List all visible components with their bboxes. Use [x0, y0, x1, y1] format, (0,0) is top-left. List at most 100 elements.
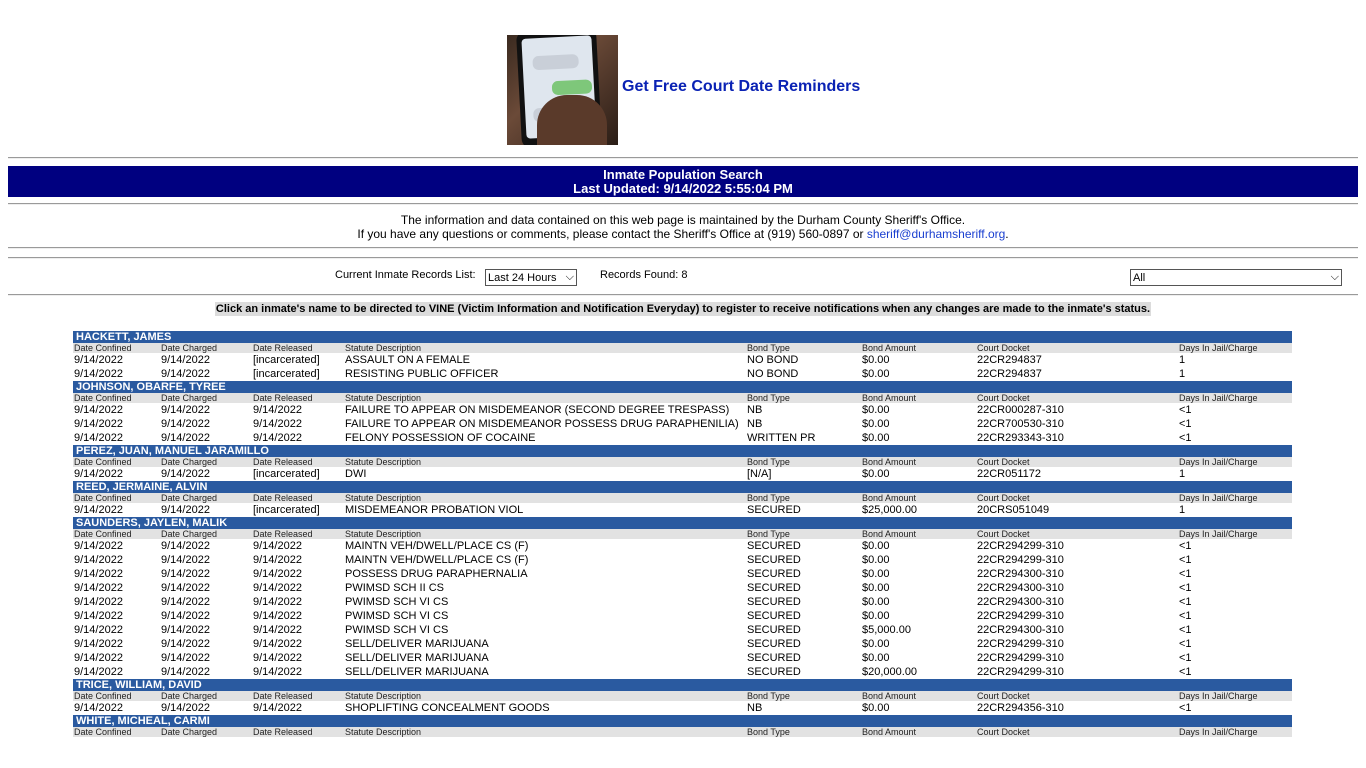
charge-cell: 9/14/2022	[253, 432, 302, 444]
charge-cell: 9/14/2022	[161, 582, 210, 594]
charge-cell: $5,000.00	[862, 624, 911, 636]
charge-cell: $0.00	[862, 354, 890, 366]
column-header: Court Docket	[976, 493, 1178, 503]
charge-cell: 9/14/2022	[74, 354, 123, 366]
charge-cell: MISDEMEANOR PROBATION VIOL	[345, 504, 524, 516]
column-header: Days In Jail/Charge	[1178, 343, 1293, 353]
charge-cell: 9/14/2022	[161, 404, 210, 416]
inmate-name-link[interactable]: SAUNDERS, JAYLEN, MALIK	[73, 517, 1293, 529]
column-header: Date Released	[252, 529, 344, 539]
column-header: Date Released	[252, 343, 344, 353]
email-link[interactable]: sheriff@durhamsheriff.org	[867, 227, 1005, 241]
charge-cell: FELONY POSSESSION OF COCAINE	[345, 432, 536, 444]
inmate-name-link[interactable]: TRICE, WILLIAM, DAVID	[73, 679, 1293, 691]
charge-cell: $0.00	[862, 368, 890, 380]
charge-cell: DWI	[345, 468, 367, 480]
charge-cell: <1	[1179, 624, 1192, 636]
charge-cell: 9/14/2022	[74, 582, 123, 594]
column-header: Days In Jail/Charge	[1178, 493, 1293, 503]
charge-cell: SELL/DELIVER MARIJUANA	[345, 666, 489, 678]
charge-cell: 9/14/2022	[161, 610, 210, 622]
column-header: Statute Description	[344, 529, 746, 539]
court-reminder-link[interactable]: Get Free Court Date Reminders	[622, 78, 860, 96]
filter-select[interactable]: All ⌵	[1130, 269, 1342, 286]
charge-cell: [N/A]	[747, 468, 772, 480]
charge-cell: 9/14/2022	[253, 610, 302, 622]
charge-row: 9/14/2022 9/14/2022 9/14/2022 SELL/DELIVER …	[73, 651, 1292, 665]
column-header-row: Date Confined Date Charged Date Released St…	[73, 727, 1293, 737]
charge-row: 9/14/2022 9/14/2022 9/14/2022 MAINTN VEH/DW…	[73, 539, 1292, 553]
inmate-name-link[interactable]: WHITE, MICHEAL, CARMI	[73, 715, 1293, 727]
charge-row: 9/14/2022 9/14/2022 9/14/2022 PWIMSD SCH VI…	[73, 623, 1292, 637]
charge-cell: 1	[1179, 354, 1186, 366]
charge-cell: [incarcerated]	[253, 368, 320, 380]
column-header: Court Docket	[976, 529, 1178, 539]
charge-cell: 9/14/2022	[161, 638, 210, 650]
column-header: Bond Type	[746, 493, 861, 503]
charge-cell: 9/14/2022	[253, 540, 302, 552]
charge-cell: 9/14/2022	[253, 418, 302, 430]
charge-cell: 22CR051172	[977, 468, 1042, 480]
divider	[8, 294, 1358, 296]
charge-cell: $0.00	[862, 652, 890, 664]
inmate-table: HACKETT, JAMES Date Confined Date Charged D…	[73, 331, 1293, 737]
charge-cell: 9/14/2022	[161, 468, 210, 480]
charge-cell: [incarcerated]	[253, 354, 320, 366]
column-header: Court Docket	[976, 691, 1178, 701]
charge-cell: 9/14/2022	[74, 554, 123, 566]
charge-cell: 9/14/2022	[74, 368, 123, 380]
charge-cell: 9/14/2022	[253, 652, 302, 664]
records-list-select[interactable]: Last 24 Hours ⌵	[485, 269, 577, 286]
charge-cell: <1	[1179, 638, 1192, 650]
inmate-name-link[interactable]: HACKETT, JAMES	[73, 331, 1293, 343]
column-header: Bond Amount	[861, 529, 976, 539]
column-header: Date Charged	[160, 343, 252, 353]
column-header: Bond Type	[746, 343, 861, 353]
charge-cell: NB	[747, 702, 763, 714]
charge-cell: 9/14/2022	[253, 624, 302, 636]
charge-cell: 9/14/2022	[74, 432, 123, 444]
column-header: Date Charged	[160, 727, 252, 737]
charge-cell: SECURED	[747, 638, 801, 650]
charge-cell: 22CR294356-310	[977, 702, 1064, 714]
inmate-name-row: TRICE, WILLIAM, DAVID	[73, 679, 1293, 691]
column-header: Date Charged	[160, 393, 252, 403]
charge-cell: 9/14/2022	[253, 554, 302, 566]
disclaimer-line-1: The information and data contained on th…	[400, 213, 966, 227]
column-header: Bond Type	[746, 393, 861, 403]
charge-cell: <1	[1179, 652, 1192, 664]
charge-cell: 9/14/2022	[253, 666, 302, 678]
disclaimer: The information and data contained on th…	[0, 213, 1366, 241]
charge-cell: <1	[1179, 596, 1192, 608]
column-header: Court Docket	[976, 393, 1178, 403]
inmate-name-link[interactable]: PEREZ, JUAN, MANUEL JARAMILLO	[73, 445, 1293, 457]
charge-cell: SELL/DELIVER MARIJUANA	[345, 638, 489, 650]
inmate-name-row: WHITE, MICHEAL, CARMI	[73, 715, 1293, 727]
charge-cell: 22CR294299-310	[977, 610, 1064, 622]
charge-cell: SECURED	[747, 624, 801, 636]
charge-cell: 22CR294300-310	[977, 568, 1064, 580]
charge-row: 9/14/2022 9/14/2022 9/14/2022 MAINTN VEH/DW…	[73, 553, 1292, 567]
phone-text-message-image[interactable]	[507, 35, 618, 145]
column-header: Court Docket	[976, 727, 1178, 737]
charge-cell: PWIMSD SCH VI CS	[345, 596, 449, 608]
inmate-name-link[interactable]: REED, JERMAINE, ALVIN	[73, 481, 1293, 493]
charge-cell: $0.00	[862, 468, 890, 480]
charge-cell: 9/14/2022	[74, 624, 123, 636]
charge-cell: 9/14/2022	[253, 596, 302, 608]
charge-cell: 9/14/2022	[74, 666, 123, 678]
charge-cell: SECURED	[747, 554, 801, 566]
page-title: Inmate Population Search	[603, 167, 763, 182]
charge-row: 9/14/2022 9/14/2022 9/14/2022 SELL/DELIVER …	[73, 637, 1292, 651]
charge-row: 9/14/2022 9/14/2022 9/14/2022 PWIMSD SCH VI…	[73, 595, 1292, 609]
divider	[8, 257, 1358, 259]
charge-cell: 22CR293343-310	[977, 432, 1064, 444]
records-found: Records Found: 8	[600, 269, 688, 281]
inmate-name-row: SAUNDERS, JAYLEN, MALIK	[73, 517, 1293, 529]
column-header: Date Charged	[160, 493, 252, 503]
inmate-name-link[interactable]: JOHNSON, OBARFE, TYREE	[73, 381, 1293, 393]
charge-cell: $0.00	[862, 540, 890, 552]
charge-cell: $0.00	[862, 582, 890, 594]
charge-cell: 9/14/2022	[74, 568, 123, 580]
charge-cell: MAINTN VEH/DWELL/PLACE CS (F)	[345, 540, 529, 552]
